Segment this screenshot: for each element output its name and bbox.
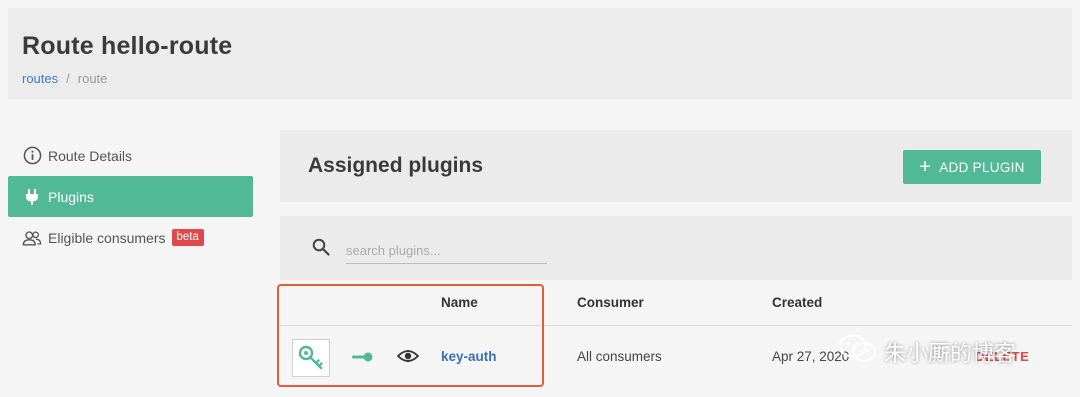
breadcrumb-routes-link[interactable]: routes xyxy=(22,71,58,86)
users-icon xyxy=(22,228,42,248)
view-eye-icon[interactable] xyxy=(396,348,420,369)
plus-icon: + xyxy=(919,156,932,178)
delete-button[interactable]: DELETE xyxy=(975,349,1029,364)
sidebar-item-plugins[interactable]: Plugins xyxy=(8,176,253,217)
key-icon xyxy=(292,339,330,377)
beta-badge: beta xyxy=(171,229,204,246)
breadcrumb: routes / route xyxy=(22,71,107,86)
plugin-consumer: All consumers xyxy=(577,349,662,364)
sidebar: Route Details Plugins Eligible consumers… xyxy=(8,135,253,258)
plugin-enabled-toggle[interactable] xyxy=(352,350,374,362)
plug-icon xyxy=(22,187,42,207)
breadcrumb-current: route xyxy=(77,71,108,86)
breadcrumb-separator: / xyxy=(66,71,70,86)
add-plugin-label: ADD PLUGIN xyxy=(939,159,1025,175)
info-icon xyxy=(22,146,42,166)
column-header-name[interactable]: Name xyxy=(441,295,478,310)
plugin-name-link[interactable]: key-auth xyxy=(441,349,497,364)
search-icon xyxy=(312,238,330,261)
add-plugin-button[interactable]: + ADD PLUGIN xyxy=(903,150,1041,184)
sidebar-item-route-details[interactable]: Route Details xyxy=(8,135,253,176)
sidebar-item-label: Eligible consumers xyxy=(48,229,166,246)
search-input[interactable] xyxy=(346,238,547,264)
panel-title: Assigned plugins xyxy=(308,154,484,177)
sidebar-item-label: Plugins xyxy=(48,188,94,205)
plugin-created: Apr 27, 2020 xyxy=(772,349,850,364)
sidebar-item-label: Route Details xyxy=(48,147,133,164)
column-header-created[interactable]: Created xyxy=(772,295,822,310)
sidebar-item-eligible-consumers[interactable]: Eligible consumers beta xyxy=(8,217,253,258)
page-title: Route hello-route xyxy=(22,32,233,60)
column-header-consumer[interactable]: Consumer xyxy=(577,295,644,310)
